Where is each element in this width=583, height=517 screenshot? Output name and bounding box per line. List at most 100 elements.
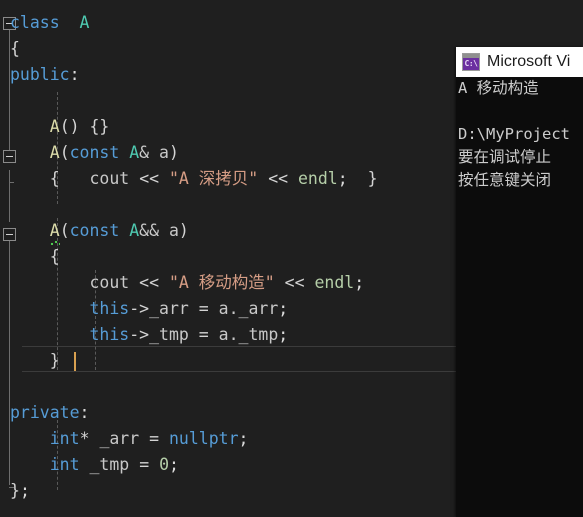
code-token: cout (89, 273, 130, 292)
code-token: : (69, 65, 80, 84)
code-token: nullptr (169, 429, 239, 448)
code-token: a. (208, 299, 239, 318)
code-token: { (10, 39, 20, 58)
code-token: A (49, 117, 60, 136)
code-token: * (79, 429, 90, 448)
console-icon: C:\ (462, 53, 480, 71)
code-line-text: } (10, 348, 60, 374)
code-token: this (89, 325, 130, 344)
code-line-text: public: (10, 62, 80, 88)
code-line-text: class A (10, 10, 89, 36)
console-output-area[interactable]: A 移动构造 D:\MyProject 要在调试停止 按任意键关闭 (456, 77, 583, 517)
code-token: const (69, 143, 120, 162)
code-token: = (198, 325, 209, 344)
code-token: A (49, 143, 60, 162)
code-line-text: this->_arr = a._arr; (10, 296, 288, 322)
code-line-text: cout << "A 移动构造" << endl; (10, 270, 364, 296)
code-token: A (49, 218, 60, 245)
code-token: private (10, 403, 80, 422)
code-token: () {} (59, 117, 110, 136)
code-token: << (284, 273, 305, 292)
code-token: << (268, 169, 289, 188)
code-token: && a (139, 221, 179, 240)
code-token: endl (298, 169, 338, 188)
text-caret (74, 352, 76, 371)
code-line-text: { cout << "A 深拷贝" << endl; } (10, 166, 378, 192)
code-token: this (89, 299, 130, 318)
code-token: _tmp (89, 455, 130, 474)
code-token: ; (354, 273, 365, 292)
console-window-title: Microsoft Vi (487, 53, 571, 70)
code-line[interactable]: class A (0, 10, 583, 36)
code-token: ; (19, 481, 30, 500)
code-token: _tmp (149, 325, 189, 344)
code-token: ; (278, 325, 289, 344)
code-token: & a (139, 143, 169, 162)
code-token: { (49, 247, 60, 266)
code-token: _arr (238, 299, 279, 318)
code-token: endl (314, 273, 355, 292)
code-token: A (129, 221, 140, 240)
code-token: 0 (159, 455, 169, 474)
code-line-text: this->_tmp = a._tmp; (10, 322, 288, 348)
debug-console-window[interactable]: C:\ Microsoft Vi A 移动构造 D:\MyProject 要在调试停… (456, 47, 583, 517)
code-token: "A 移动构造" (168, 273, 275, 292)
console-title-bar[interactable]: C:\ Microsoft Vi (456, 47, 583, 77)
code-token: class (10, 13, 60, 32)
code-line-text: private: (10, 400, 89, 426)
code-token: ( (59, 143, 70, 162)
code-token: -> (129, 299, 150, 318)
code-token: ( (59, 221, 70, 240)
code-token: int (49, 429, 80, 448)
code-token: ; (169, 455, 179, 474)
code-token: _tmp (238, 325, 279, 344)
code-token: = (198, 299, 209, 318)
code-token: cout (89, 169, 130, 188)
code-line-text: A(const A& a) (10, 140, 179, 166)
code-token: ; (278, 299, 289, 318)
code-token: = (139, 455, 150, 474)
code-token: _arr (149, 299, 189, 318)
code-token: << (139, 169, 160, 188)
console-line: D:\MyProject (458, 125, 570, 143)
code-token: A (129, 143, 140, 162)
console-icon-glyph: C:\ (464, 59, 478, 68)
code-token: << (139, 273, 160, 292)
console-line: A 移动构造 (458, 79, 539, 97)
code-line-text: A(const A&& a) (10, 218, 189, 245)
code-token: -> (129, 325, 150, 344)
code-line-text: A() {} (10, 114, 110, 140)
code-line-text: { (10, 36, 20, 62)
console-line: 要在调试停止 (458, 148, 552, 166)
screenshot-root: class A{public: A() {} A(const A& a) { c… (0, 0, 583, 517)
code-token: const (69, 221, 120, 240)
